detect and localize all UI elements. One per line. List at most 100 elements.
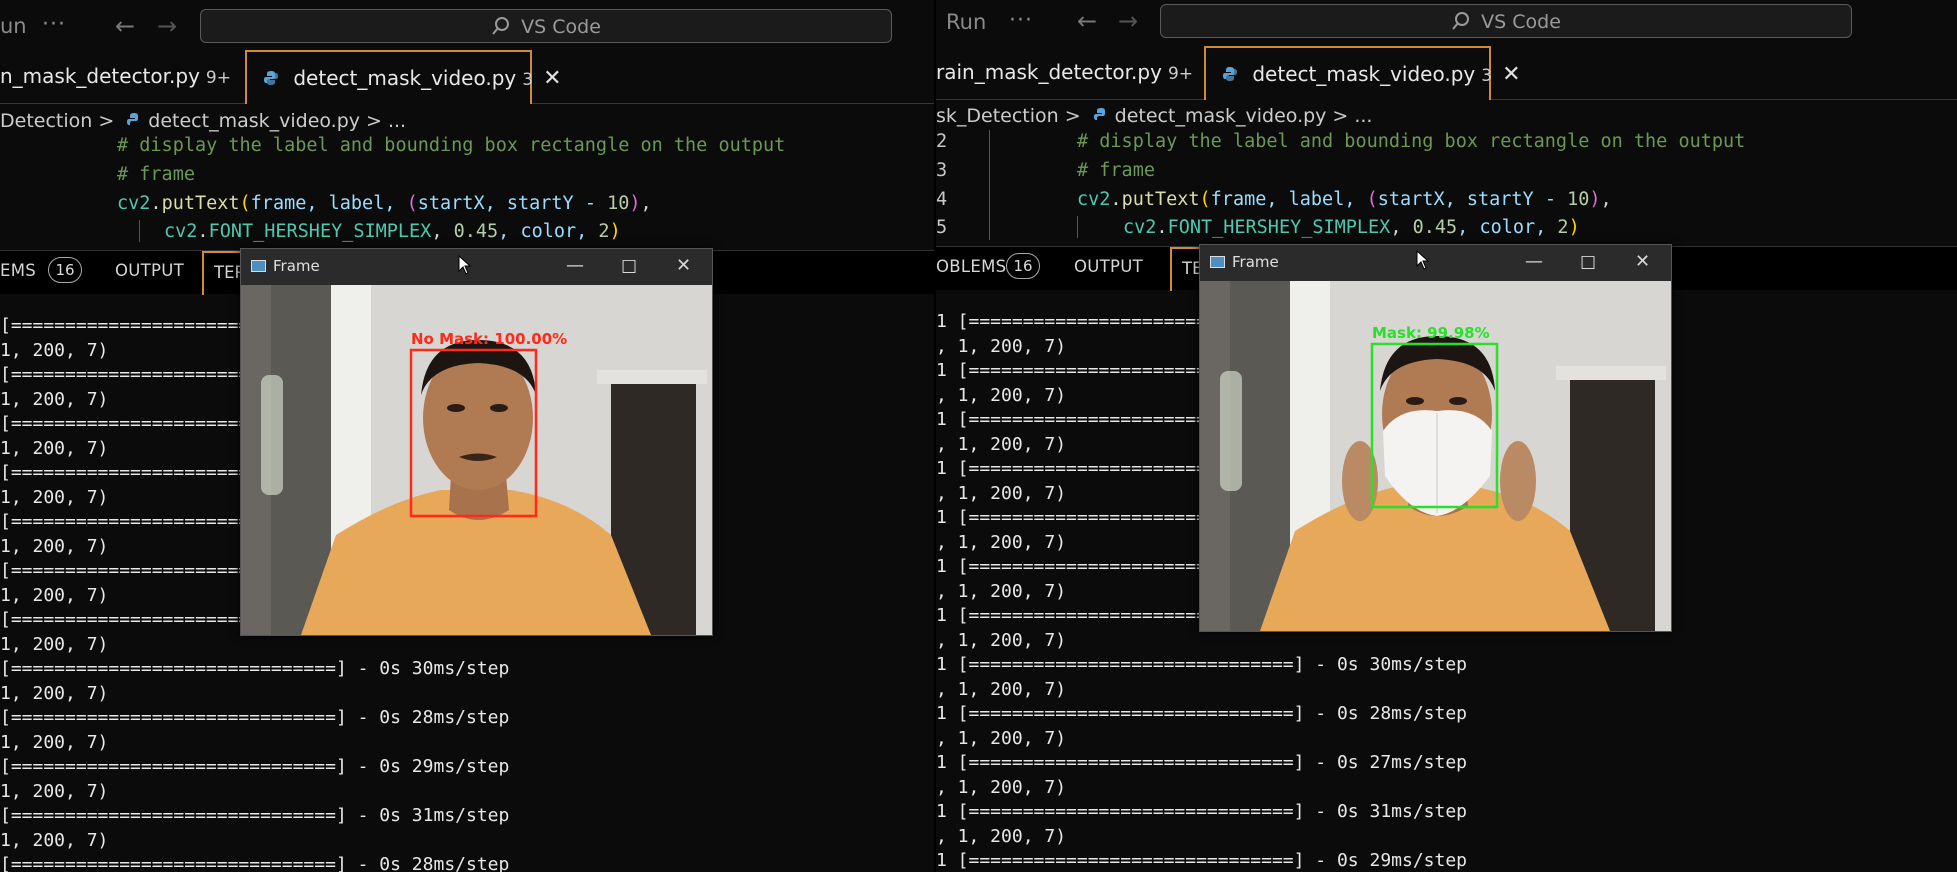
code-line: # frame [1077, 160, 1155, 181]
forward-arrow-icon[interactable]: → [157, 12, 177, 40]
right-vscode-window: Run ··· ← → VS Code rain_mask_detector.p… [936, 0, 1957, 872]
terminal-line: [==============================] - 0s 28… [0, 854, 510, 872]
breadcrumb: sk_Detection > detect_mask_video.py >... [936, 105, 1957, 133]
webcam-image: Mask: 99.98% [1200, 281, 1671, 631]
more-menu-icon[interactable]: ··· [1009, 8, 1033, 33]
breadcrumb-folder[interactable]: Detection [0, 110, 92, 132]
python-file-icon [1223, 67, 1237, 81]
title-bar: un ··· ← → VS Code [0, 0, 936, 50]
search-icon [1452, 12, 1470, 30]
mouse-cursor-icon [1416, 250, 1430, 270]
editor-tab-bar: rain_mask_detector.py 9+ detect_mask_vide… [936, 46, 1957, 100]
terminal-line: 1, 200, 7) [0, 437, 109, 459]
webcam-frame-mask: Mask: 99.98% [1200, 281, 1671, 631]
line-number: 5 [936, 217, 948, 238]
terminal-line: 1, 200, 7) [0, 829, 109, 851]
close-tab-icon[interactable]: ✕ [1502, 62, 1520, 87]
forward-arrow-icon[interactable]: → [1118, 7, 1138, 35]
command-center-search[interactable]: VS Code [200, 9, 892, 43]
terminal-line: 1, 200, 7) [0, 486, 109, 508]
frame-window[interactable]: Frame — ☐ ✕ Mask: 99.98% [1199, 244, 1672, 632]
minimize-icon[interactable]: — [566, 255, 584, 276]
terminal-line: 1 [========================= [936, 507, 1240, 528]
code-line: # display the label and bounding box rec… [1077, 131, 1746, 152]
close-tab-icon[interactable]: ✕ [543, 66, 561, 91]
terminal-line: , 1, 200, 7) [936, 482, 1067, 504]
frame-title: Frame [273, 257, 320, 275]
tab-detect-mask-video[interactable]: detect_mask_video.py 3 ✕ [245, 50, 562, 104]
line-number: 2 [936, 131, 948, 152]
terminal-line: 1 [==============================] - 0s … [936, 703, 1468, 724]
python-file-icon [127, 113, 139, 125]
indent-guide [989, 130, 990, 240]
tab-problems[interactable]: OBLEMS [936, 257, 1006, 276]
frame-title-bar[interactable]: Frame — ☐ ✕ [1200, 245, 1671, 281]
frame-window[interactable]: Frame — ☐ ✕ No Mask: 100.00% [240, 248, 713, 636]
line-number: 3 [936, 160, 948, 181]
terminal-line: 1, 200, 7) [0, 388, 109, 410]
breadcrumb-folder[interactable]: sk_Detection [936, 105, 1059, 127]
command-center-search[interactable]: VS Code [1160, 4, 1852, 38]
breadcrumb-symbol[interactable]: ... [388, 110, 406, 132]
close-icon[interactable]: ✕ [676, 255, 691, 276]
back-arrow-icon[interactable]: ← [1077, 7, 1097, 35]
frame-title: Frame [1232, 253, 1279, 271]
code-line: cv2.putText(frame, label, (startX, start… [1077, 189, 1612, 210]
search-label: VS Code [521, 16, 601, 38]
terminal-line: 1, 200, 7) [0, 535, 109, 557]
terminal-line: 1 [==============================] - 0s … [936, 850, 1468, 871]
run-menu[interactable]: Run [946, 10, 986, 34]
left-vscode-window: un ··· ← → VS Code n_mask_detector.py 9+ … [0, 0, 936, 872]
terminal-line: 1 [========================= [936, 458, 1240, 479]
problems-count-badge: 16 [48, 257, 82, 283]
terminal-line: 1, 200, 7) [0, 633, 109, 655]
terminal-line: 1 [==============================] - 0s … [936, 752, 1468, 773]
problems-badge: 3 [1481, 66, 1493, 86]
tab-output[interactable]: OUTPUT [1074, 257, 1143, 276]
terminal-line: , 1, 200, 7) [936, 776, 1067, 798]
frame-title-bar[interactable]: Frame — ☐ ✕ [241, 249, 712, 285]
terminal-line: , 1, 200, 7) [936, 580, 1067, 602]
close-icon[interactable]: ✕ [1635, 251, 1650, 272]
terminal-line: , 1, 200, 7) [936, 629, 1067, 651]
terminal-line: [==============================] - 0s 28… [0, 707, 510, 728]
terminal-line: 1 [========================= [936, 409, 1240, 430]
mouse-cursor-icon [458, 255, 472, 275]
search-icon [492, 17, 510, 35]
terminal-line: 1 [==============================] - 0s … [936, 801, 1468, 822]
more-menu-icon[interactable]: ··· [42, 12, 66, 37]
code-line: cv2.FONT_HERSHEY_SIMPLEX, 0.45, color, 2… [164, 221, 621, 242]
terminal-line: 1, 200, 7) [0, 731, 109, 753]
line-number: 4 [936, 189, 948, 210]
terminal-line: , 1, 200, 7) [936, 678, 1067, 700]
detection-label: No Mask: 100.00% [411, 330, 567, 348]
code-line: # frame [117, 164, 195, 185]
indent-guide [139, 220, 140, 242]
terminal-line: 1 [==============================] - 0s … [936, 654, 1468, 675]
breadcrumb-separator: > [1332, 105, 1349, 127]
window-app-icon [1210, 256, 1225, 268]
terminal-line: [==============================] - 0s 29… [0, 756, 510, 777]
tab-detect-mask-video[interactable]: detect_mask_video.py 3 ✕ [1204, 46, 1521, 100]
python-file-icon [264, 71, 278, 85]
minimize-icon[interactable]: — [1525, 251, 1543, 272]
terminal-line: , 1, 200, 7) [936, 825, 1067, 847]
breadcrumb-symbol[interactable]: ... [1354, 105, 1372, 127]
breadcrumb-file[interactable]: detect_mask_video.py [1115, 105, 1327, 127]
tab-train-mask-detector[interactable]: n_mask_detector.py 9+ [0, 50, 231, 104]
breadcrumb-file[interactable]: detect_mask_video.py [148, 110, 360, 132]
webcam-frame-no-mask: No Mask: 100.00% [241, 285, 712, 635]
tab-problems[interactable]: EMS [0, 261, 36, 280]
tab-label: detect_mask_video.py [293, 66, 517, 90]
maximize-icon[interactable]: ☐ [621, 257, 637, 278]
back-arrow-icon[interactable]: ← [115, 12, 135, 40]
title-bar: Run ··· ← → VS Code [936, 0, 1957, 50]
tab-label: detect_mask_video.py [1252, 62, 1476, 86]
tab-train-mask-detector[interactable]: rain_mask_detector.py 9+ [936, 46, 1193, 100]
breadcrumb-separator: > [98, 110, 115, 132]
terminal-line: , 1, 200, 7) [936, 433, 1067, 455]
maximize-icon[interactable]: ☐ [1580, 253, 1596, 274]
run-menu[interactable]: un [0, 14, 27, 38]
terminal-line: [==============================] - 0s 30… [0, 658, 510, 679]
tab-output[interactable]: OUTPUT [115, 261, 184, 280]
